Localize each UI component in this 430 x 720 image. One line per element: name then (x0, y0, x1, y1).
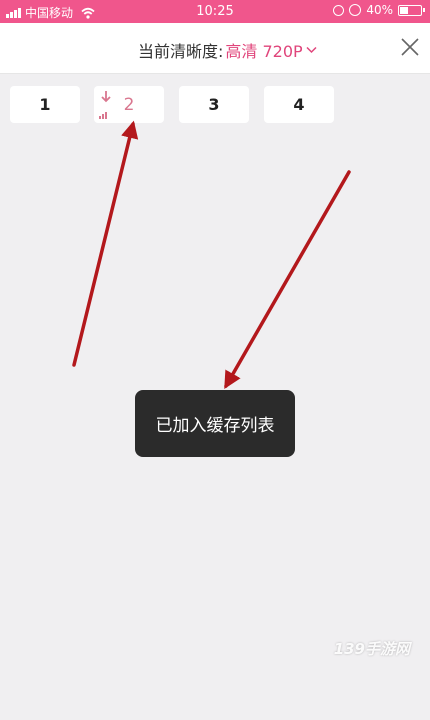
toast-message: 已加入缓存列表 (135, 390, 295, 457)
status-right: 40% (333, 3, 425, 17)
quality-value: 高清 720P (225, 42, 303, 61)
site-watermark: 139手游网 (333, 640, 410, 658)
episode-button-1[interactable]: 1 (10, 86, 80, 123)
annotation-arrow-to-toast (224, 170, 351, 390)
close-icon[interactable] (400, 37, 420, 57)
quality-selector[interactable]: 当前清晰度: 高清 720P (138, 38, 317, 62)
battery-percent: 40% (366, 3, 393, 17)
episode-number: 4 (293, 95, 305, 114)
episode-button-4[interactable]: 4 (264, 86, 334, 123)
chevron-down-icon (306, 46, 317, 54)
download-progress-icon (99, 112, 107, 119)
status-bar: 中国移动 10:25 40% (0, 0, 430, 23)
episode-number: 2 (123, 94, 135, 115)
episode-button-3[interactable]: 3 (179, 86, 249, 123)
alarm-icon (349, 4, 362, 16)
screen: 中国移动 10:25 40% 当前清晰度: 高清 720P 1 2 3 4 已加… (0, 0, 430, 720)
battery-icon (398, 4, 425, 16)
quality-header: 当前清晰度: 高清 720P (0, 23, 430, 74)
episode-button-2[interactable]: 2 (94, 86, 164, 123)
quality-label: 当前清晰度: (138, 42, 224, 61)
download-arrow-icon (101, 91, 111, 103)
episode-number: 1 (39, 95, 51, 114)
toast-text: 已加入缓存列表 (155, 416, 275, 436)
rotation-lock-icon (333, 4, 345, 16)
episode-number: 3 (208, 95, 220, 114)
annotation-arrow-to-episode (72, 120, 139, 367)
